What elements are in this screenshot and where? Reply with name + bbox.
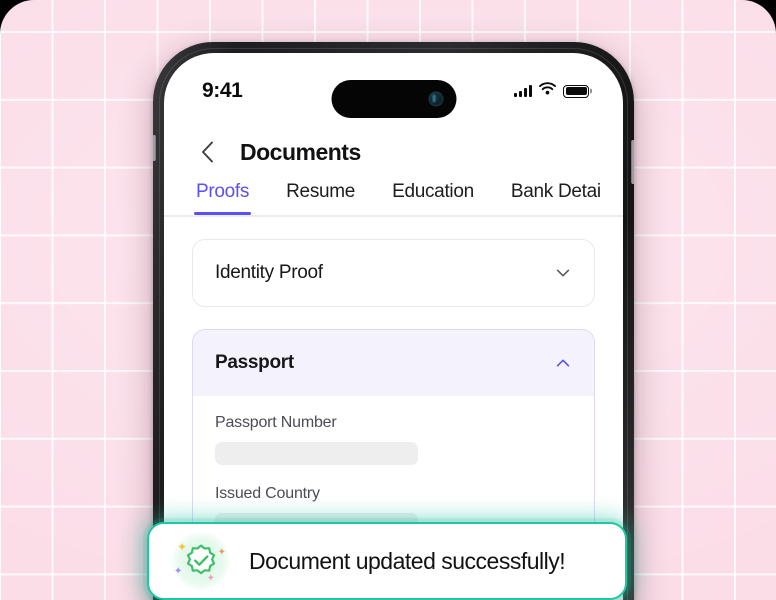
success-toast[interactable]: ✦ ✦ ✦ ✦ Document updated successfully!: [147, 522, 627, 600]
accordion-identity-proof: Identity Proof: [192, 238, 595, 307]
accordion-header-identity-proof[interactable]: Identity Proof: [193, 240, 594, 306]
documents-content: Identity Proof Passport Passport Number …: [164, 217, 623, 559]
nav-header: Documents: [164, 115, 623, 173]
sparkle-icon: ✦: [174, 566, 183, 577]
tab-education[interactable]: Education: [392, 181, 474, 215]
signal-bars-icon: [514, 85, 532, 97]
status-time: 9:41: [202, 79, 243, 102]
phone-mockup: 9:41 Documents Proofs Resume Education B…: [153, 42, 634, 600]
status-icons: [514, 82, 589, 100]
phone-screen: 9:41 Documents Proofs Resume Education B…: [164, 53, 623, 600]
accordion-title: Identity Proof: [215, 261, 323, 283]
passport-number-input[interactable]: [215, 441, 418, 465]
chevron-left-icon: [201, 141, 213, 163]
field-label: Issued Country: [215, 484, 320, 502]
phone-side-button-right[interactable]: [631, 140, 634, 184]
field-passport-number: Passport Number: [215, 414, 572, 465]
wifi-icon: [539, 82, 556, 100]
dynamic-island: [331, 80, 456, 118]
tabs-bar: Proofs Resume Education Bank Detai: [164, 181, 623, 217]
tab-bank-details[interactable]: Bank Detai: [511, 181, 601, 215]
front-camera-icon: [428, 91, 443, 107]
toast-message: Document updated successfully!: [249, 547, 566, 574]
badge-check-icon: [186, 544, 216, 575]
accordion-title: Passport: [215, 351, 294, 373]
tabs-divider: [164, 215, 623, 217]
chevron-up-icon[interactable]: [554, 354, 572, 372]
back-button[interactable]: [196, 138, 218, 166]
screenshot-canvas: 9:41 Documents Proofs Resume Education B…: [0, 0, 776, 600]
tab-resume[interactable]: Resume: [286, 181, 355, 215]
status-bar: 9:41: [164, 53, 623, 118]
accordion-header-passport[interactable]: Passport: [193, 329, 594, 396]
battery-full-icon: [563, 84, 589, 98]
chevron-down-icon[interactable]: [554, 264, 572, 282]
phone-side-button-left[interactable]: [153, 135, 156, 161]
toast-icon-wrap: ✦ ✦ ✦ ✦: [171, 531, 231, 591]
tab-proofs[interactable]: Proofs: [193, 181, 252, 215]
page-title: Documents: [240, 138, 361, 165]
field-label: Passport Number: [215, 413, 337, 431]
